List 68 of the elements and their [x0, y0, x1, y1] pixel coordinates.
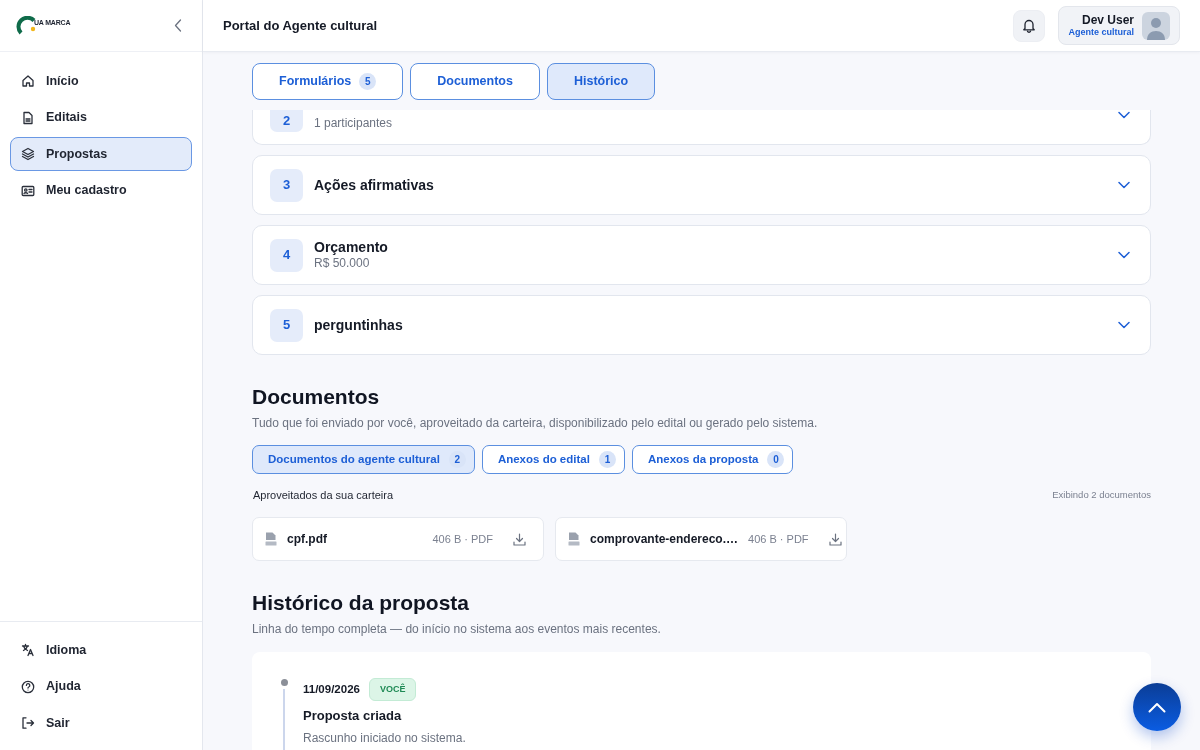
author-tag: VOCÊ [368, 678, 417, 701]
count-badge: 1 [598, 451, 616, 468]
file-name: cpf.pdf [287, 531, 328, 548]
form-section-card[interactable]: 5 perguntinhas [252, 295, 1151, 355]
page-title: Portal do Agente cultural [223, 16, 378, 35]
timeline-dot-icon [280, 679, 288, 686]
section-tab[interactable]: Histórico [546, 63, 656, 100]
document-tab[interactable]: Anexos da proposta 0 [631, 445, 794, 474]
notifications-button[interactable] [1013, 9, 1045, 42]
download-icon[interactable] [828, 532, 842, 546]
pdf-file-icon [265, 532, 277, 546]
sidebar-item[interactable]: Propostas [10, 137, 192, 171]
user-name: Dev User [1080, 12, 1134, 28]
group-label: Aproveitados da sua carteira [253, 487, 394, 503]
section-number: 5 [270, 308, 303, 342]
sidebar-item[interactable]: Idioma [10, 633, 192, 667]
translate-icon [21, 643, 35, 657]
count-badge: 0 [767, 451, 785, 468]
file-meta: 406 B · PDF [432, 531, 493, 547]
section-number: 2 [270, 110, 303, 132]
bell-icon [1022, 18, 1036, 33]
download-icon[interactable] [513, 532, 526, 546]
collapse-chevron-icon[interactable] [174, 19, 182, 32]
section-heading: Histórico da proposta [252, 590, 471, 616]
event-date: 11/09/2026 [303, 681, 360, 697]
section-tab[interactable]: Formulários 5 [252, 63, 404, 100]
section-title: Orçamento [314, 238, 388, 257]
section-number: 3 [270, 168, 303, 202]
home-icon [21, 74, 35, 88]
section-title: perguntinhas [314, 315, 403, 335]
section-number: 4 [270, 238, 303, 272]
document-tab[interactable]: Anexos do edital 1 [481, 445, 625, 474]
section-tab[interactable]: Documentos [410, 63, 540, 100]
scroll-top-button[interactable] [1133, 683, 1181, 731]
sidebar-item[interactable]: Início [10, 64, 192, 98]
form-section-card[interactable]: 4 Orçamento R$ 50.000 [252, 225, 1151, 285]
section-title: Ações afirmativas [314, 175, 434, 195]
avatar-icon [1142, 11, 1170, 40]
chevron-up-icon [1148, 701, 1166, 713]
file-card[interactable]: cpf.pdf 406 B · PDF [252, 517, 544, 561]
count-badge: 2 [448, 451, 466, 468]
event-title: Proposta criada [303, 707, 403, 725]
document-icon [21, 110, 35, 125]
document-count: Exibindo 2 documentos [1052, 487, 1151, 502]
user-menu[interactable]: Dev User Agente cultural [1058, 6, 1180, 45]
pdf-file-icon [568, 532, 580, 546]
sidebar-item[interactable]: Editais [10, 100, 192, 135]
file-name: comprovante-endereco.… [590, 531, 739, 548]
sidebar-item[interactable]: Ajuda [10, 669, 192, 704]
section-heading: Documentos [252, 384, 381, 410]
form-section-card[interactable]: 2 1 participantes [252, 110, 1151, 145]
logout-icon [21, 716, 35, 730]
file-card[interactable]: comprovante-endereco.… 406 B · PDF [555, 517, 847, 561]
document-tab[interactable]: Documentos do agente cultural 2 [252, 445, 475, 474]
section-subtitle: 1 participantes [314, 116, 393, 132]
form-section-card[interactable]: 3 Ações afirmativas [252, 155, 1151, 215]
id-card-icon [21, 183, 35, 198]
count-badge: 5 [359, 73, 377, 90]
section-subtitle: R$ 50.000 [314, 256, 371, 272]
section-description: Linha do tempo completa — do início no sistema aos eventos mais recentes. [252, 621, 662, 637]
event-description: Rascunho iniciado no sistema. [303, 729, 466, 747]
sidebar-item[interactable]: Sair [10, 706, 192, 740]
user-role: Agente cultural [1068, 27, 1134, 39]
file-meta: 406 B · PDF [748, 531, 809, 547]
layers-icon [21, 147, 35, 161]
help-icon [21, 679, 35, 694]
section-description: Tudo que foi enviado por você, aproveitado da carteira, disponibilizado pelo edital ou gerado pelo sistema. [252, 415, 819, 431]
sidebar-item[interactable]: Meu cadastro [10, 173, 192, 208]
